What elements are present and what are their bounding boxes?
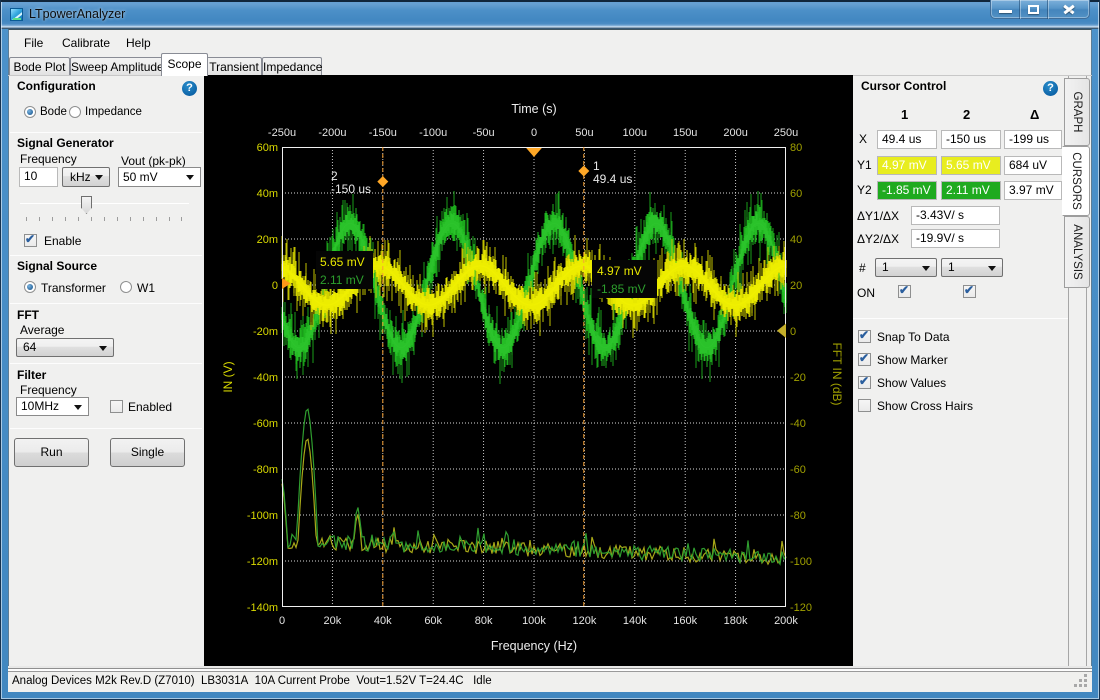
svg-text:1: 1 [593, 159, 600, 173]
svg-text:40m: 40m [257, 188, 278, 200]
svg-text:Frequency (Hz): Frequency (Hz) [491, 639, 577, 653]
svg-text:-120m: -120m [247, 556, 278, 568]
svg-text:-40: -40 [790, 418, 806, 430]
svg-text:20m: 20m [257, 234, 278, 246]
svg-text:-40m: -40m [253, 372, 278, 384]
svg-text:40: 40 [790, 234, 802, 246]
svg-text:200u: 200u [723, 127, 747, 139]
svg-text:180k: 180k [724, 615, 748, 627]
svg-text:60: 60 [790, 188, 802, 200]
svg-text:-60m: -60m [253, 418, 278, 430]
svg-text:-140m: -140m [247, 602, 278, 614]
svg-text:-100: -100 [790, 556, 812, 568]
svg-text:-80: -80 [790, 510, 806, 522]
svg-text:4.97 mV: 4.97 mV [597, 264, 642, 278]
svg-text:2.11 mV: 2.11 mV [320, 273, 364, 287]
svg-text:-1.85 mV: -1.85 mV [597, 282, 646, 296]
svg-text:100k: 100k [522, 615, 546, 627]
svg-text:140k: 140k [623, 615, 647, 627]
svg-text:-250u: -250u [268, 127, 296, 139]
svg-text:49.4 us: 49.4 us [593, 172, 632, 186]
svg-text:-120: -120 [790, 602, 812, 614]
svg-text:150u: 150u [673, 127, 697, 139]
svg-text:60k: 60k [424, 615, 442, 627]
svg-text:-60: -60 [790, 464, 806, 476]
svg-text:20: 20 [790, 280, 802, 292]
svg-text:-80m: -80m [253, 464, 278, 476]
svg-text:-100m: -100m [247, 510, 278, 522]
svg-text:160k: 160k [673, 615, 697, 627]
svg-text:-20: -20 [790, 372, 806, 384]
svg-text:0: 0 [279, 615, 285, 627]
svg-text:20k: 20k [324, 615, 342, 627]
svg-text:-150 us: -150 us [331, 182, 371, 196]
svg-text:0: 0 [531, 127, 537, 139]
svg-text:-100u: -100u [419, 127, 447, 139]
svg-text:2: 2 [331, 169, 338, 183]
svg-text:0: 0 [272, 280, 278, 292]
svg-text:50u: 50u [575, 127, 593, 139]
svg-text:200k: 200k [774, 615, 798, 627]
svg-text:-50u: -50u [473, 127, 495, 139]
svg-text:Time (s): Time (s) [511, 102, 556, 116]
svg-text:80: 80 [790, 142, 802, 154]
svg-text:-200u: -200u [318, 127, 346, 139]
svg-text:-20m: -20m [253, 326, 278, 338]
svg-text:IN (V): IN (V) [221, 361, 235, 392]
svg-text:60m: 60m [257, 142, 278, 154]
svg-text:0: 0 [790, 326, 796, 338]
svg-text:40k: 40k [374, 615, 392, 627]
svg-text:5.65 mV: 5.65 mV [320, 255, 365, 269]
svg-text:250u: 250u [774, 127, 798, 139]
svg-text:80k: 80k [475, 615, 493, 627]
svg-text:100u: 100u [623, 127, 647, 139]
svg-text:FFT IN (dB): FFT IN (dB) [830, 342, 844, 405]
svg-text:-150u: -150u [369, 127, 397, 139]
svg-text:120k: 120k [572, 615, 596, 627]
